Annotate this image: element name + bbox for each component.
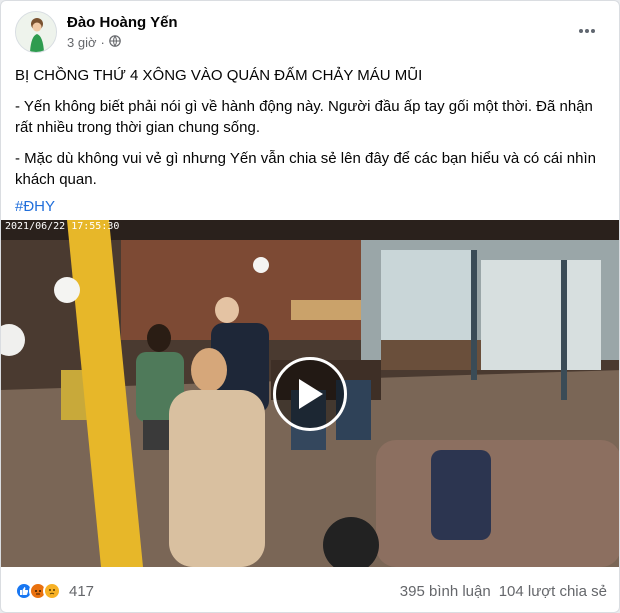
post-time[interactable]: 3 giờ	[67, 35, 97, 50]
post-card: Đào Hoàng Yến 3 giờ · BỊ CHỒNG THỨ 4 XÔN…	[0, 0, 620, 613]
play-icon[interactable]	[273, 357, 347, 431]
post-headline: BỊ CHỒNG THỨ 4 XÔNG VÀO QUÁN ĐẤM CHẢY MÁ…	[15, 67, 423, 84]
post-header: Đào Hoàng Yến 3 giờ ·	[15, 11, 607, 59]
hashtag-link[interactable]: #ĐHY	[15, 198, 55, 215]
post-meta: 3 giờ ·	[67, 35, 121, 50]
video-timestamp: 2021/06/22 17:55:30	[5, 221, 120, 232]
avatar[interactable]	[15, 11, 57, 53]
comment-count[interactable]: 395 bình luận	[400, 583, 491, 600]
separator-dot: ·	[100, 35, 105, 50]
more-options-icon[interactable]	[573, 17, 601, 45]
reaction-count[interactable]: 417	[69, 583, 94, 600]
post-footer: 417 395 bình luận 104 lượt chia sẻ	[15, 577, 607, 605]
post-text: BỊ CHỒNG THỨ 4 XÔNG VÀO QUÁN ĐẤM CHẢY MÁ…	[15, 65, 607, 227]
sad-icon	[43, 582, 61, 600]
engagement-stats: 395 bình luận 104 lượt chia sẻ	[400, 583, 607, 600]
share-count[interactable]: 104 lượt chia sẻ	[499, 583, 607, 600]
post-paragraph: - Mặc dù không vui vẻ gì nhưng Yến vẫn c…	[15, 150, 596, 188]
post-paragraph: - Yến không biết phải nói gì về hành độn…	[15, 98, 593, 136]
globe-icon[interactable]	[109, 35, 121, 50]
reactions-summary[interactable]: 417	[15, 582, 94, 600]
author-name[interactable]: Đào Hoàng Yến	[67, 14, 178, 31]
